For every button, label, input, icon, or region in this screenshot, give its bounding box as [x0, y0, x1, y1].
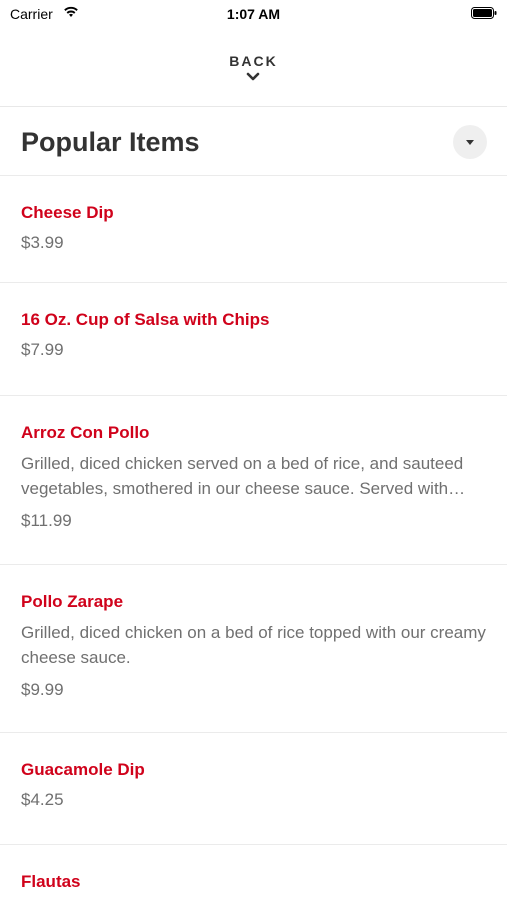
back-button[interactable]: BACK	[229, 48, 277, 82]
chevron-down-icon	[247, 72, 260, 81]
item-price: $7.99	[21, 340, 64, 359]
menu-item-flautas[interactable]: Flautas	[0, 845, 507, 905]
item-name: Cheese Dip	[21, 203, 114, 222]
caret-down-icon	[466, 140, 474, 145]
item-description: Grilled, diced chicken served on a bed o…	[21, 454, 466, 498]
item-price: $4.25	[21, 790, 64, 809]
item-name: Guacamole Dip	[21, 760, 145, 779]
item-description: Grilled, diced chicken on a bed of rice …	[21, 623, 486, 667]
status-time: 1:07 AM	[226, 6, 281, 22]
back-label: BACK	[229, 53, 278, 69]
section-header: Popular Items	[0, 107, 507, 176]
item-price: $9.99	[21, 680, 64, 699]
item-name: Arroz Con Pollo	[21, 423, 150, 442]
item-price: $11.99	[21, 511, 72, 530]
item-name: 16 Oz. Cup of Salsa with Chips	[21, 310, 270, 329]
menu-item-salsa-chips[interactable]: 16 Oz. Cup of Salsa with Chips $7.99	[0, 283, 507, 396]
back-header: BACK	[0, 48, 507, 107]
section-dropdown-button[interactable]	[453, 125, 487, 159]
item-name: Pollo Zarape	[21, 592, 124, 611]
battery-icon	[471, 7, 497, 19]
menu-item-cheese-dip[interactable]: Cheese Dip $3.99	[0, 176, 507, 283]
section-title: Popular Items	[21, 127, 200, 157]
item-price: $3.99	[21, 233, 64, 252]
menu-item-list: Cheese Dip $3.99 16 Oz. Cup of Salsa wit…	[0, 176, 507, 905]
status-bar: Carrier 1:07 AM	[0, 0, 507, 28]
menu-item-guacamole-dip[interactable]: Guacamole Dip $4.25	[0, 733, 507, 845]
menu-item-arroz-con-pollo[interactable]: Arroz Con Pollo Grilled, diced chicken s…	[0, 396, 507, 565]
item-name: Flautas	[21, 872, 81, 891]
menu-item-pollo-zarape[interactable]: Pollo Zarape Grilled, diced chicken on a…	[0, 565, 507, 733]
